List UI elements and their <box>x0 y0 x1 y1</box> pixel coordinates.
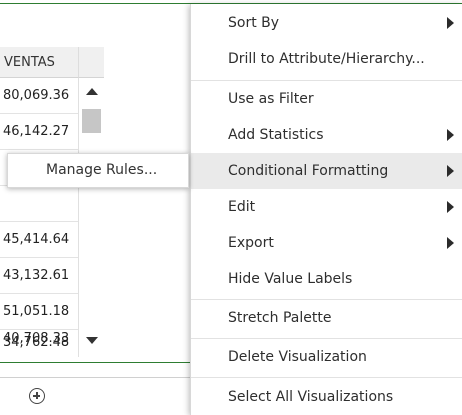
menu-item-label: Edit <box>228 199 256 215</box>
menu-item-use-as-filter[interactable]: Use as Filter <box>191 81 462 117</box>
menu-item-select-all-visualizations[interactable]: Select All Visualizations <box>191 379 462 415</box>
table-cell[interactable] <box>0 186 78 222</box>
menu-item-label: Use as Filter <box>228 91 314 107</box>
menu-item-add-statistics[interactable]: Add Statistics <box>191 117 462 153</box>
menu-item-conditional-formatting[interactable]: Conditional Formatting <box>191 153 462 189</box>
menu-item-hide-value-labels[interactable]: Hide Value Labels <box>191 261 462 297</box>
menu-item-label: Select All Visualizations <box>228 389 394 405</box>
column-header-ventas[interactable]: VENTAS <box>0 47 78 78</box>
scrollbar-thumb[interactable] <box>82 109 101 133</box>
triangle-down-icon[interactable] <box>86 337 98 344</box>
menu-item-label: Export <box>228 235 274 251</box>
table-cell[interactable]: 43,132.61 <box>0 258 78 294</box>
chevron-right-icon <box>447 129 454 141</box>
table-cell[interactable]: 45,414.64 <box>0 222 78 258</box>
menu-separator <box>191 377 462 378</box>
menu-item-label: Drill to Attribute/Hierarchy... <box>228 51 425 67</box>
table-cell[interactable]: 80,069.36 <box>0 78 78 114</box>
column-header-filler <box>78 47 104 78</box>
table-cell[interactable]: 46,142.27 <box>0 114 78 150</box>
canvas-bottom-divider <box>0 362 190 363</box>
menu-item-label: Stretch Palette <box>228 310 332 326</box>
chevron-right-icon <box>447 237 454 249</box>
menu-item-sort-by[interactable]: Sort By <box>191 5 462 41</box>
data-table: VENTAS 80,069.36 46,142.27 45,414.64 43,… <box>0 47 105 357</box>
chevron-right-icon <box>447 17 454 29</box>
add-circle-icon[interactable] <box>29 388 45 404</box>
vertical-scrollbar[interactable] <box>78 78 105 357</box>
menu-item-label: Add Statistics <box>228 127 324 143</box>
menu-item-label: Hide Value Labels <box>228 271 353 287</box>
menu-item-drill[interactable]: Drill to Attribute/Hierarchy... <box>191 41 462 77</box>
menu-item-stretch-palette[interactable]: Stretch Palette <box>191 300 462 336</box>
chevron-right-icon <box>447 165 454 177</box>
menu-item-label: Conditional Formatting <box>228 163 389 179</box>
chevron-right-icon <box>447 201 454 213</box>
triangle-up-icon[interactable] <box>86 88 98 95</box>
context-menu: Sort By Drill to Attribute/Hierarchy... … <box>190 4 462 415</box>
footer-divider <box>0 377 190 378</box>
menu-item-edit[interactable]: Edit <box>191 189 462 225</box>
menu-item-label: Sort By <box>228 15 280 31</box>
menu-item-label: Delete Visualization <box>228 349 367 365</box>
table-cell[interactable]: 34,762.48 <box>0 325 78 361</box>
manage-rules-menu-item[interactable]: Manage Rules... <box>46 154 157 187</box>
conditional-formatting-submenu: Manage Rules... <box>7 153 189 188</box>
menu-item-export[interactable]: Export <box>191 225 462 261</box>
menu-item-delete-visualization[interactable]: Delete Visualization <box>191 339 462 375</box>
